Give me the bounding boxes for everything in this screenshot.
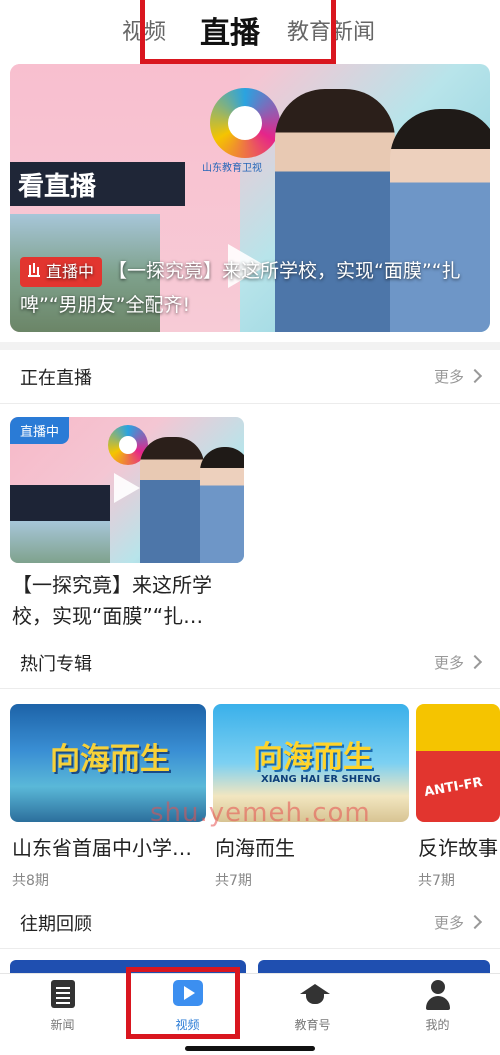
news-icon-shape bbox=[50, 980, 75, 1008]
nav-item-me[interactable]: 我的 bbox=[375, 980, 500, 1040]
more-link-label: 更多 bbox=[433, 654, 464, 672]
album-art-text: 向海而生 bbox=[50, 742, 170, 777]
host-male-image bbox=[140, 437, 204, 563]
divider-line bbox=[0, 688, 500, 689]
section-title-past-review: 往期回顾 bbox=[20, 914, 92, 935]
nav-item-education[interactable]: 教育号 bbox=[250, 980, 375, 1040]
album-card-3[interactable]: ANTI-FR bbox=[416, 704, 500, 822]
hero-live-banner[interactable]: 看直播 山东教育卫视 直播中 【一探究竟】来这所学校，实现“面膜”“扎啤”“男朋友… bbox=[10, 64, 490, 332]
nav-label-education: 教育号 bbox=[294, 1018, 331, 1032]
more-link-label: 更多 bbox=[433, 368, 464, 386]
person-icon-shape bbox=[424, 980, 452, 1010]
section-header-live-now: 正在直播 更多 bbox=[0, 352, 500, 400]
live-bars-icon bbox=[28, 263, 40, 277]
section-header-hot-albums: 热门专辑 更多 bbox=[0, 638, 500, 686]
divider-line bbox=[0, 403, 500, 404]
news-icon bbox=[48, 980, 78, 1010]
album-count-1: 共8期 bbox=[12, 873, 49, 889]
album-count-2: 共7期 bbox=[215, 873, 252, 889]
nav-label-news: 新闻 bbox=[50, 1018, 75, 1032]
live-card-thumbnail[interactable]: 直播中 bbox=[10, 417, 244, 563]
host-female-image bbox=[200, 447, 244, 563]
chevron-right-icon bbox=[467, 368, 483, 384]
live-status-badge: 直播中 bbox=[10, 417, 70, 444]
section-title-hot-albums: 热门专辑 bbox=[20, 654, 92, 675]
album-title-3[interactable]: 反诈故事 bbox=[418, 832, 500, 861]
more-link-past-review[interactable]: 更多 bbox=[433, 912, 483, 933]
live-card-title[interactable]: 【一探究竟】来这所学校，实现“面膜”“扎… bbox=[12, 570, 244, 632]
person-icon bbox=[423, 980, 453, 1010]
album-art-text: ANTI-FR bbox=[423, 774, 484, 801]
chevron-right-icon bbox=[467, 654, 483, 670]
hero-caption: 直播中 【一探究竟】来这所学校，实现“面膜”“扎啤”“男朋友”全配齐! bbox=[20, 254, 490, 322]
channel-logo-text: 山东教育卫视 bbox=[202, 163, 262, 174]
hero-banner-text: 看直播 bbox=[10, 162, 185, 206]
app-screen: 视频 直播 教育新闻 看直播 山东教育卫视 直播中 【一探究竟】来这所学校，实现“… bbox=[0, 0, 500, 1055]
section-title-live-now: 正在直播 bbox=[20, 368, 92, 389]
home-indicator bbox=[185, 1046, 315, 1051]
live-badge-label: 直播中 bbox=[46, 262, 95, 281]
album-art-subtext: XIANG HAI ER SHENG bbox=[261, 774, 381, 785]
album-count-3: 共7期 bbox=[418, 873, 455, 889]
section-header-past-review: 往期回顾 更多 bbox=[0, 898, 500, 946]
more-link-label: 更多 bbox=[433, 914, 464, 932]
highlight-box-live-tab bbox=[140, 0, 336, 64]
watermark: shu.yemeh.com bbox=[150, 798, 371, 828]
play-icon bbox=[114, 473, 140, 503]
chevron-right-icon bbox=[467, 914, 483, 930]
thumb-dark-panel bbox=[10, 485, 110, 521]
nav-item-news[interactable]: 新闻 bbox=[0, 980, 125, 1040]
more-link-hot-albums[interactable]: 更多 bbox=[433, 652, 483, 673]
more-link-live-now[interactable]: 更多 bbox=[433, 366, 483, 387]
highlight-box-video-nav bbox=[126, 967, 240, 1039]
thumb-campus-image bbox=[10, 521, 110, 563]
graduation-cap-shape bbox=[298, 980, 330, 1008]
graduation-cap-icon bbox=[298, 980, 330, 1010]
bottom-nav-bar: 新闻 视频 教育号 我的 bbox=[0, 973, 500, 1055]
channel-logo-icon bbox=[210, 88, 280, 158]
section-divider bbox=[0, 342, 500, 350]
nav-label-me: 我的 bbox=[425, 1018, 450, 1032]
live-badge: 直播中 bbox=[20, 257, 103, 287]
divider-line bbox=[0, 948, 500, 949]
album-art-text: 向海而生 bbox=[253, 740, 373, 775]
album-title-1[interactable]: 山东省首届中小学… bbox=[12, 832, 208, 861]
album-title-2[interactable]: 向海而生 bbox=[215, 832, 411, 861]
